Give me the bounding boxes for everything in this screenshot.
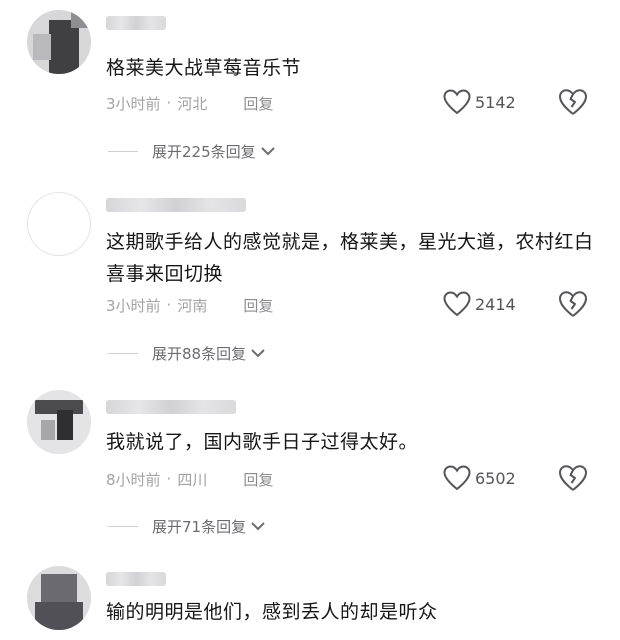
heart-outline-icon (443, 89, 471, 115)
meta-separator: · (166, 470, 172, 488)
heart-outline-icon (443, 291, 471, 317)
chevron-down-icon (260, 147, 275, 156)
comment-text: 格莱美大战草莓音乐节 (106, 57, 302, 79)
like-count: 6502 (475, 468, 516, 488)
comment-location: 四川 (177, 470, 208, 489)
avatar[interactable] (27, 390, 91, 454)
expand-replies-button[interactable]: 展开88条回复 (108, 342, 266, 364)
comment-meta: 3小时前 · 河北 回复 (106, 92, 273, 114)
comment-text: 我就说了，国内歌手日子过得太好。 (106, 431, 419, 453)
chevron-down-icon (251, 349, 265, 358)
reply-button[interactable]: 回复 (243, 295, 273, 316)
username[interactable] (106, 572, 166, 586)
expand-replies-label: 展开225条回复 (152, 142, 256, 161)
comment-location: 河北 (177, 94, 208, 113)
like-button[interactable]: 6502 (443, 465, 516, 491)
comment-meta: 8小时前 · 四川 回复 (106, 468, 273, 490)
username[interactable] (106, 400, 236, 414)
divider (108, 525, 138, 527)
comment-feed: 格莱美大战草莓音乐节 3小时前 · 河北 回复 5142 展开225条回复 这期 (0, 0, 620, 640)
like-count: 5142 (475, 92, 516, 112)
username[interactable] (106, 198, 246, 212)
expand-replies-label: 展开71条回复 (152, 517, 247, 536)
comment-text: 这期歌手给人的感觉就是，格莱美，星光大道，农村红白喜事来回切换 (106, 231, 594, 285)
like-button[interactable]: 2414 (443, 291, 516, 317)
comment-time: 3小时前 (106, 94, 161, 113)
comment-location: 河南 (177, 296, 208, 315)
comment-time: 3小时前 (106, 296, 161, 315)
divider (108, 352, 138, 354)
meta-separator: · (166, 296, 172, 314)
like-button[interactable]: 5142 (443, 89, 516, 115)
avatar[interactable] (27, 192, 91, 256)
expand-replies-button[interactable]: 展开225条回复 (108, 140, 276, 162)
meta-separator: · (166, 94, 172, 112)
broken-heart-icon[interactable] (558, 88, 588, 116)
reply-button[interactable]: 回复 (243, 93, 273, 114)
expand-replies-button[interactable]: 展开71条回复 (108, 515, 266, 537)
divider (108, 150, 138, 152)
username[interactable] (106, 16, 166, 30)
broken-heart-icon[interactable] (558, 464, 588, 492)
chevron-down-icon (251, 522, 265, 531)
reply-button[interactable]: 回复 (243, 469, 273, 490)
comment-time: 8小时前 (106, 470, 161, 489)
broken-heart-icon[interactable] (558, 290, 588, 318)
comment-meta: 3小时前 · 河南 回复 (106, 294, 273, 316)
comment-text: 输的明明是他们，感到丢人的却是听众 (106, 601, 438, 623)
like-count: 2414 (475, 294, 516, 314)
heart-outline-icon (443, 465, 471, 491)
avatar[interactable] (27, 10, 91, 74)
avatar[interactable] (27, 566, 91, 630)
expand-replies-label: 展开88条回复 (152, 344, 247, 363)
